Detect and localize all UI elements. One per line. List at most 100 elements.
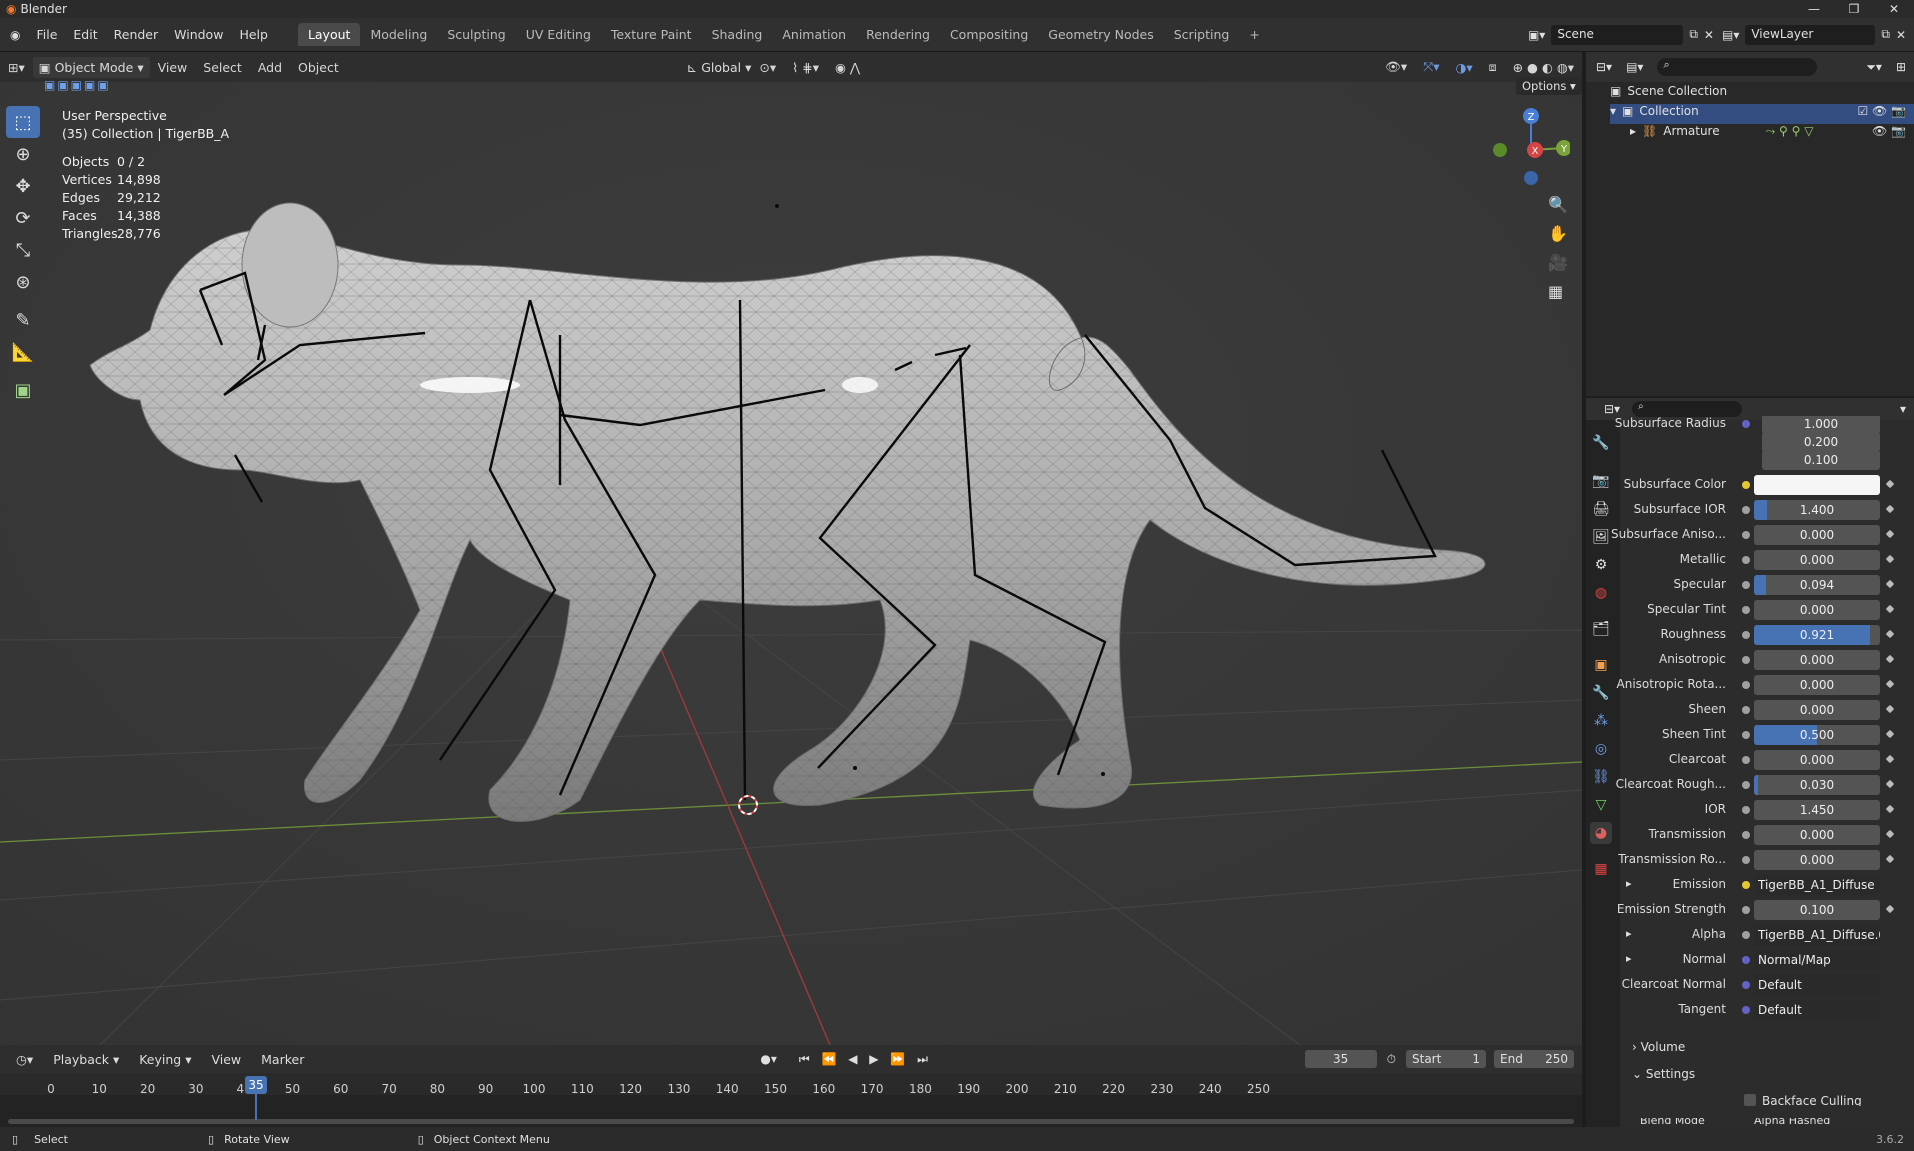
tab-sculpting[interactable]: Sculpting [437, 23, 515, 46]
menu-help[interactable]: Help [231, 27, 276, 42]
number-field[interactable]: 0.000 [1754, 700, 1880, 720]
blend-mode-row[interactable]: Blend Mode Alpha Hashed [1586, 1118, 1914, 1127]
menu-edit[interactable]: Edit [65, 27, 105, 42]
linked-input-field[interactable]: Default [1754, 975, 1880, 995]
navigation-gizmo[interactable]: Z Y X [1490, 100, 1570, 190]
tab-shading[interactable]: Shading [702, 23, 773, 46]
tab-scripting[interactable]: Scripting [1164, 23, 1240, 46]
number-field[interactable]: 0.000 [1754, 600, 1880, 620]
number-field[interactable]: 0.000 [1754, 525, 1880, 545]
gizmo-toggle-icon[interactable]: ⤧▾ [1415, 56, 1447, 78]
socket-icon[interactable] [1742, 556, 1750, 564]
start-frame-field[interactable]: Start 1 [1406, 1050, 1486, 1068]
transform-orientation-dropdown[interactable]: ⊾ Global ▾ [687, 60, 752, 75]
number-field[interactable]: 0.000 [1754, 750, 1880, 770]
minimize-icon[interactable]: — [1794, 2, 1834, 16]
tab-layout[interactable]: Layout [297, 23, 361, 46]
socket-icon[interactable] [1742, 756, 1750, 764]
blender-menu-icon[interactable]: ◉ [10, 28, 20, 42]
select-box-icon[interactable]: ⬚ [6, 106, 40, 138]
end-frame-field[interactable]: End 250 [1494, 1050, 1574, 1068]
tab-modeling[interactable]: Modeling [360, 23, 437, 46]
number-field[interactable]: 0.000 [1754, 850, 1880, 870]
keyframe-icon[interactable] [1885, 754, 1895, 764]
close-icon[interactable]: ✕ [1874, 2, 1914, 16]
socket-icon[interactable] [1742, 506, 1750, 514]
playhead[interactable]: 35 [245, 1076, 267, 1094]
editor-type-icon[interactable]: ⊞▾ [0, 57, 33, 78]
expand-arrow-icon[interactable]: ▸ [1626, 877, 1632, 890]
add-workspace-icon[interactable]: + [1239, 23, 1269, 46]
visibility-toggles[interactable]: 👁 📷 [1872, 124, 1906, 144]
scene-field[interactable]: Scene [1551, 24, 1684, 45]
camera-view-icon[interactable]: 🎥 [1548, 253, 1568, 272]
annotate-tool-icon[interactable]: ✎ [6, 304, 40, 336]
socket-icon[interactable] [1742, 706, 1750, 714]
socket-icon[interactable] [1742, 581, 1750, 589]
expand-arrow-icon[interactable]: ▸ [1626, 927, 1632, 940]
outliner-editor-icon[interactable]: ⊟▾ [1596, 60, 1612, 74]
socket-icon[interactable] [1742, 531, 1750, 539]
subsurface-color-field[interactable] [1754, 475, 1880, 495]
pan-hand-icon[interactable]: ✋ [1548, 224, 1568, 243]
selection-mode-icons[interactable]: ▣▣▣▣▣ [44, 78, 111, 92]
snap-icon[interactable]: ⌇ ⋕▾ [784, 57, 827, 78]
playback-menu[interactable]: Playback ▾ [45, 1049, 127, 1070]
socket-icon[interactable] [1742, 906, 1750, 914]
socket-icon[interactable] [1742, 806, 1750, 814]
properties-editor-icon[interactable]: ⊟▾ [1604, 402, 1620, 416]
linked-input-field[interactable]: TigerBB_A1_Diffuse [1754, 875, 1880, 895]
socket-icon[interactable] [1742, 956, 1750, 964]
pivot-icon[interactable]: ⊙▾ [751, 57, 784, 78]
keyframe-icon[interactable] [1885, 604, 1895, 614]
collection-row[interactable]: ▾ ▣ Collection ☑ 👁 📷 [1610, 104, 1914, 124]
display-mode-icon[interactable]: ▤▾ [1626, 60, 1643, 74]
grid-view-icon[interactable]: ▦ [1548, 282, 1563, 301]
new-view-layer-icon[interactable]: ⧉ [1881, 27, 1890, 42]
linked-input-field[interactable]: Normal/Map [1754, 950, 1880, 970]
options-button[interactable]: Options ▾ [1516, 77, 1582, 95]
number-field[interactable]: 0.000 [1754, 825, 1880, 845]
proportional-edit-icon[interactable]: ◉ ⋀ [827, 57, 868, 78]
xray-icon[interactable]: ⧈ [1481, 56, 1505, 78]
cursor-tool-icon[interactable]: ⊕ [6, 138, 40, 170]
socket-icon[interactable] [1742, 731, 1750, 739]
mode-dropdown[interactable]: ▣ Object Mode ▾ [32, 56, 150, 78]
keyframe-icon[interactable] [1885, 779, 1895, 789]
keyframe-icon[interactable] [1885, 554, 1895, 564]
number-field[interactable]: 0.100 [1754, 900, 1880, 920]
tab-texture-paint[interactable]: Texture Paint [601, 23, 702, 46]
linked-input-field[interactable]: TigerBB_A1_Diffuse.001 [1754, 925, 1880, 945]
number-field[interactable]: 0.030 [1754, 775, 1880, 795]
keyframe-icon[interactable] [1885, 729, 1895, 739]
menu-select[interactable]: Select [195, 57, 250, 78]
number-field[interactable]: 0.000 [1754, 675, 1880, 695]
keyframe-icon[interactable] [1885, 579, 1895, 589]
volume-panel-header[interactable]: › Volume [1632, 1040, 1685, 1054]
3d-viewport[interactable]: ⬚ ⊕ ✥ ⟳ ⤡ ⊛ ✎ 📐 ▣ User Perspective (35) … [0, 52, 1582, 1045]
stopwatch-icon[interactable]: ⏱ [1387, 1052, 1396, 1067]
rotate-tool-icon[interactable]: ⟳ [6, 202, 40, 234]
measure-tool-icon[interactable]: 📐 [6, 336, 40, 368]
transform-tool-icon[interactable]: ⊛ [6, 266, 40, 298]
keyframe-icon[interactable] [1885, 854, 1895, 864]
timeline-view-menu[interactable]: View [203, 1049, 249, 1070]
socket-icon[interactable] [1742, 981, 1750, 989]
overlay-toggle-icon[interactable]: ◑▾ [1447, 57, 1480, 78]
current-frame-field[interactable]: 35 [1304, 1050, 1377, 1068]
shading-mode-icons[interactable]: ⊕ ● ◐ ◍▾ [1505, 57, 1582, 78]
move-tool-icon[interactable]: ✥ [6, 170, 40, 202]
menu-add[interactable]: Add [250, 57, 290, 78]
timeline-editor-icon[interactable]: ◷▾ [8, 1049, 41, 1070]
socket-icon[interactable] [1742, 1006, 1750, 1014]
keyframe-icon[interactable] [1885, 829, 1895, 839]
socket-icon[interactable] [1742, 781, 1750, 789]
socket-icon[interactable] [1742, 631, 1750, 639]
view-layer-icon[interactable]: ▤▾ [1722, 28, 1739, 42]
properties-search-input[interactable]: ⌕ [1632, 401, 1743, 417]
new-collection-icon[interactable]: ⊞ [1896, 60, 1906, 74]
keyframe-icon[interactable] [1885, 479, 1895, 489]
number-field[interactable]: 0.000 [1754, 650, 1880, 670]
menu-file[interactable]: File [28, 27, 65, 42]
keyframe-icon[interactable] [1885, 654, 1895, 664]
